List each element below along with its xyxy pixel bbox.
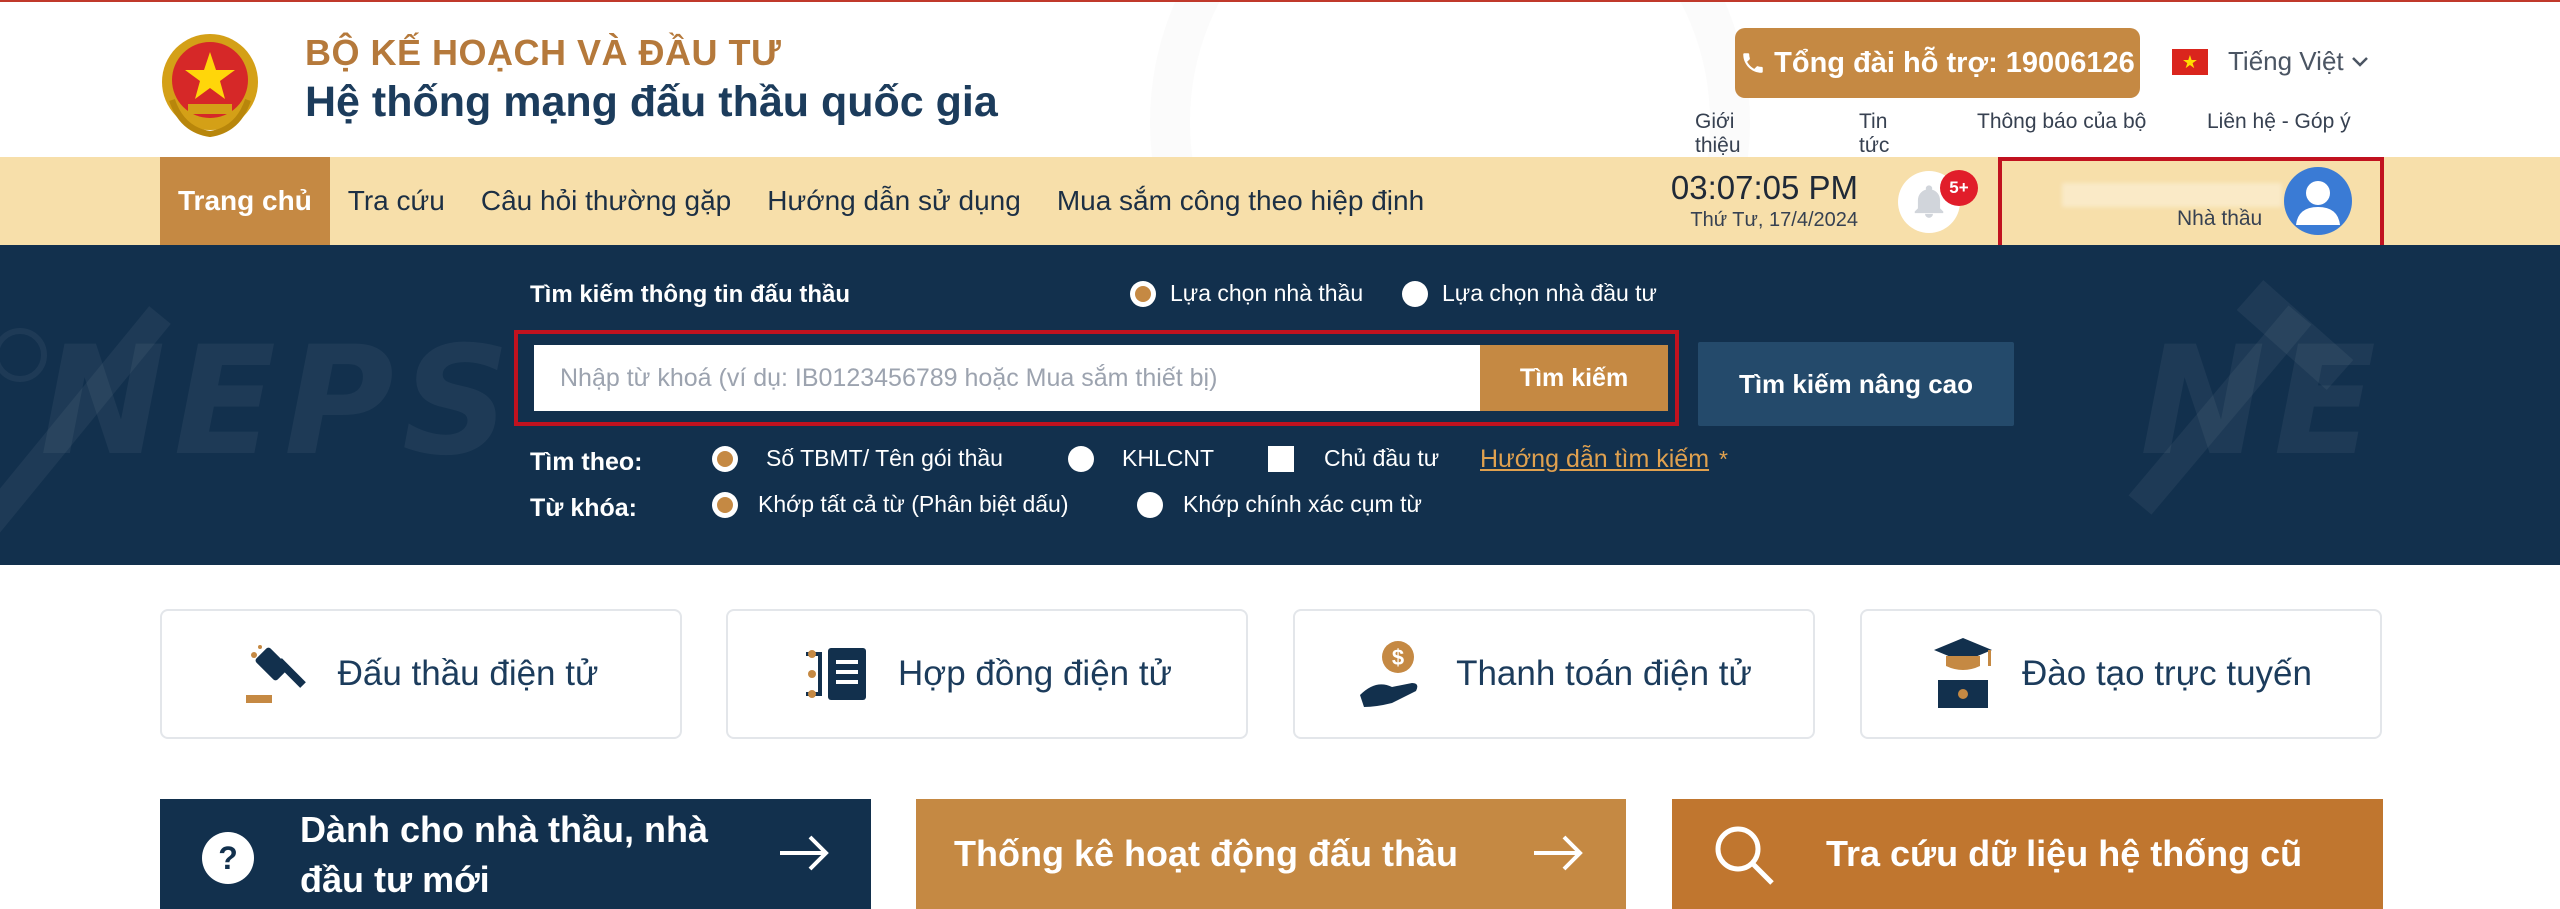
link-contact[interactable]: Liên hệ - Góp ý bbox=[2207, 110, 2351, 134]
link-news[interactable]: Tin tức bbox=[1859, 110, 1889, 157]
search-guide-star: * bbox=[1719, 446, 1728, 472]
mode-radio-investor[interactable]: Lựa chọn nhà đầu tư bbox=[1402, 280, 1657, 307]
payment-hand-icon: $ bbox=[1360, 641, 1418, 707]
search-guide-link[interactable]: Hướng dẫn tìm kiếm bbox=[1480, 445, 1709, 474]
tile-statistics-label: Thống kê hoạt động đấu thầu bbox=[954, 833, 1458, 874]
hotline-button[interactable]: Tổng đài hỗ trợ: 19006126 bbox=[1735, 28, 2140, 98]
tile-legacy-lookup-label: Tra cứu dữ liệu hệ thống cũ bbox=[1826, 833, 2303, 874]
system-name[interactable]: Hệ thống mạng đấu thầu quốc gia bbox=[305, 78, 998, 127]
avatar-icon[interactable] bbox=[2284, 167, 2352, 235]
graduation-icon bbox=[1934, 638, 1993, 708]
banner-hammer-decoration-left bbox=[0, 306, 171, 533]
card-online-training[interactable]: Đào tạo trực tuyến bbox=[1860, 609, 2382, 739]
keyword-match-all[interactable]: Khớp tất cả từ (Phân biệt dấu) bbox=[712, 491, 1069, 518]
card-e-contract[interactable]: Hợp đồng điện tử bbox=[726, 609, 1248, 739]
header-watermark bbox=[1150, 2, 1750, 157]
arrow-right-icon bbox=[780, 835, 829, 871]
org-name: BỘ KẾ HOẠCH VÀ ĐẦU TƯ bbox=[305, 32, 782, 73]
radio-selected[interactable] bbox=[712, 445, 738, 472]
gavel-icon bbox=[245, 645, 306, 703]
vietnam-flag-icon: ★ bbox=[2172, 48, 2208, 75]
search-button[interactable]: Tìm kiếm bbox=[1480, 345, 1668, 411]
card-label: Hợp đồng điện tử bbox=[897, 654, 1173, 693]
mode-radio-contractor[interactable]: Lựa chọn nhà thầu bbox=[1130, 280, 1363, 307]
tile-legacy-lookup[interactable]: Tra cứu dữ liệu hệ thống cũ bbox=[1672, 799, 2383, 909]
search-input[interactable]: Nhập từ khoá (ví dụ: IB0123456789 hoặc M… bbox=[534, 345, 1480, 411]
banner-hammer-decoration bbox=[2128, 280, 2354, 515]
search-banner: NEPS NE Tìm kiếm thông tin đấu thầu Lựa … bbox=[0, 245, 2560, 565]
tile-new-users[interactable]: ? Dành cho nhà thầu, nhà đầu tư mới bbox=[160, 799, 871, 909]
help-circle-icon: ? bbox=[202, 832, 254, 884]
contract-icon bbox=[805, 648, 866, 700]
language-label: Tiếng Việt bbox=[2228, 46, 2344, 76]
clock-time: 03:07:05 PM bbox=[1670, 169, 1858, 206]
search-icon bbox=[1715, 826, 1774, 885]
tile-statistics[interactable]: Thống kê hoạt động đấu thầu bbox=[916, 799, 1626, 909]
phone-icon bbox=[1743, 53, 1763, 73]
user-name-redacted bbox=[2062, 183, 2282, 207]
national-emblem-logo[interactable] bbox=[158, 30, 262, 140]
svg-text:$: $ bbox=[1392, 645, 1404, 670]
checkbox-unchecked[interactable] bbox=[1268, 445, 1294, 472]
link-ministry-notices[interactable]: Thông báo của bộ bbox=[1977, 110, 2146, 134]
search-by-tbmt[interactable]: Số TBMT/ Tên gói thầu bbox=[712, 445, 1003, 472]
user-account-menu[interactable]: Nhà thầu bbox=[1998, 157, 2384, 249]
search-title: Tìm kiếm thông tin đấu thầu bbox=[530, 281, 850, 308]
site-header: BỘ KẾ HOẠCH VÀ ĐẦU TƯ Hệ thống mạng đấu … bbox=[0, 2, 2560, 157]
notification-badge: 5+ bbox=[1940, 170, 1978, 206]
card-e-bidding[interactable]: Đấu thầu điện tử bbox=[160, 609, 682, 739]
svg-text:?: ? bbox=[218, 840, 238, 876]
nav-faq[interactable]: Câu hỏi thường gặp bbox=[463, 157, 749, 245]
card-label: Thanh toán điện tử bbox=[1456, 654, 1752, 693]
search-by-khlcnt[interactable]: KHLCNT bbox=[1068, 445, 1214, 472]
nav-home[interactable]: Trang chủ bbox=[160, 157, 330, 245]
keyword-match-exact[interactable]: Khớp chính xác cụm từ bbox=[1137, 491, 1422, 518]
advanced-search-button[interactable]: Tìm kiếm nâng cao bbox=[1698, 342, 2014, 426]
search-by-investor[interactable]: Chủ đầu tư bbox=[1268, 445, 1439, 472]
radio-selected[interactable] bbox=[712, 491, 738, 518]
arrow-right-icon bbox=[1534, 835, 1583, 871]
card-e-payment[interactable]: $ Thanh toán điện tử bbox=[1293, 609, 1815, 739]
search-guide[interactable]: Hướng dẫn tìm kiếm * bbox=[1480, 445, 1728, 474]
link-introduction[interactable]: Giới thiệu ⌄ bbox=[1695, 110, 1741, 157]
radio-unselected[interactable] bbox=[1068, 445, 1094, 472]
clock: 03:07:05 PM Thứ Tư, 17/4/2024 bbox=[1650, 169, 1858, 232]
chevron-down-icon bbox=[2351, 56, 2368, 67]
search-box-highlight: Nhập từ khoá (ví dụ: IB0123456789 hoặc M… bbox=[514, 330, 1679, 426]
radio-unselected[interactable] bbox=[1402, 280, 1428, 307]
language-selector[interactable]: ★ Tiếng Việt bbox=[2172, 46, 2368, 77]
card-label: Đấu thầu điện tử bbox=[337, 654, 599, 693]
nav-user-guide[interactable]: Hướng dẫn sử dụng bbox=[749, 157, 1039, 245]
radio-unselected[interactable] bbox=[1137, 491, 1163, 518]
radio-selected[interactable] bbox=[1130, 280, 1156, 307]
clock-date: Thứ Tư, 17/4/2024 bbox=[1690, 209, 1858, 231]
card-label: Đào tạo trực tuyến bbox=[2022, 654, 2312, 693]
nav-public-procurement-agreement[interactable]: Mua sắm công theo hiệp định bbox=[1039, 157, 1442, 245]
tile-new-users-label: Dành cho nhà thầu, nhà đầu tư mới bbox=[300, 809, 709, 901]
nav-lookup[interactable]: Tra cứu bbox=[330, 157, 463, 245]
search-by-label: Tìm theo: bbox=[530, 448, 643, 476]
keyword-label: Từ khóa: bbox=[530, 494, 637, 522]
user-role: Nhà thầu bbox=[2177, 207, 2263, 230]
hotline-label: Tổng đài hỗ trợ: 19006126 bbox=[1774, 46, 2135, 79]
